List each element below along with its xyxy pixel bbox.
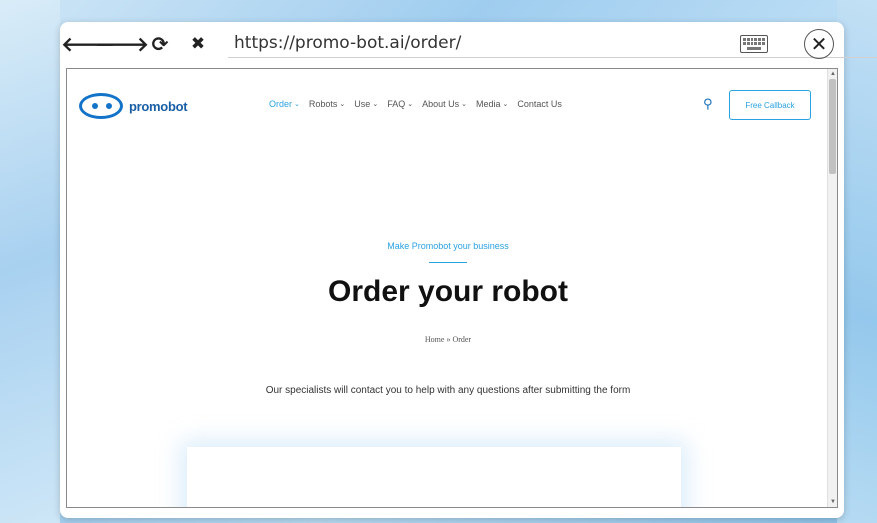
desktop-background-left (0, 0, 60, 523)
nav-label: FAQ (387, 99, 406, 109)
nav-item-use[interactable]: Use ⌄ (354, 99, 378, 109)
page-viewport: promobot Order ⌄ Robots ⌄ Use ⌄ FAQ ⌄ Ab… (66, 68, 838, 508)
chevron-down-icon: ⌄ (339, 101, 346, 108)
address-bar[interactable]: https://promo-bot.ai/order/ (228, 28, 877, 58)
promobot-logo-icon (79, 93, 123, 119)
reload-icon[interactable]: ⟳ (148, 32, 172, 56)
form-select[interactable]: — ⌄ (239, 507, 661, 508)
eyebrow-underline (429, 262, 467, 263)
nav-item-robots[interactable]: Robots ⌄ (309, 99, 345, 109)
page-title: Order your robot (327, 275, 568, 308)
nav-label: Robots (308, 99, 338, 109)
site-logo[interactable]: promobot (79, 93, 188, 119)
intro-text: Our specialists will contact you to help… (265, 385, 631, 396)
close-icon[interactable]: ✕ (804, 29, 834, 59)
free-callback-button[interactable]: Free Callback (729, 90, 811, 120)
forward-arrow-icon[interactable]: 🡒 (95, 32, 149, 56)
nav-item-order[interactable]: Order ⌄ (269, 99, 300, 109)
keyboard-icon[interactable] (740, 35, 768, 53)
chevron-down-icon: ⌄ (461, 101, 467, 108)
nav-label: Media (475, 99, 501, 109)
hero-eyebrow: Make Promobot your business (387, 241, 509, 251)
chevron-down-icon: ⌄ (502, 101, 509, 108)
scroll-down-icon[interactable]: ▼ (829, 498, 837, 506)
chevron-down-icon: ⌄ (372, 101, 379, 108)
chevron-down-icon: ⌄ (407, 101, 414, 108)
nav-item-faq[interactable]: FAQ ⌄ (387, 99, 413, 109)
page-scrollbar[interactable]: ▲ ▼ (827, 69, 837, 507)
scroll-thumb[interactable] (829, 79, 836, 174)
nav-item-about-us[interactable]: About Us ⌄ (422, 99, 467, 109)
search-icon[interactable]: ⚲ (703, 97, 717, 112)
chevron-down-icon: ⌄ (294, 101, 300, 108)
site-nav: Order ⌄ Robots ⌄ Use ⌄ FAQ ⌄ About Us ⌄ … (269, 99, 562, 109)
browser-window: 🡐 🡒 ⟳ ✖ https://promo-bot.ai/order/ ✕ pr… (60, 22, 877, 518)
breadcrumb[interactable]: Home » Order (67, 335, 829, 344)
browser-toolbar: 🡐 🡒 ⟳ ✖ https://promo-bot.ai/order/ ✕ (60, 22, 877, 66)
stop-icon[interactable]: ✖ (186, 32, 210, 56)
order-form-card (187, 447, 681, 507)
nav-item-media[interactable]: Media ⌄ (476, 99, 508, 109)
nav-label: Use (354, 99, 371, 109)
nav-label: About Us (422, 99, 460, 109)
nav-label: Contact Us (517, 99, 562, 109)
nav-item-contact-us[interactable]: Contact Us (517, 99, 562, 109)
nav-label: Order (269, 99, 293, 109)
scroll-up-icon[interactable]: ▲ (829, 70, 837, 78)
logo-text: promobot (129, 98, 188, 114)
